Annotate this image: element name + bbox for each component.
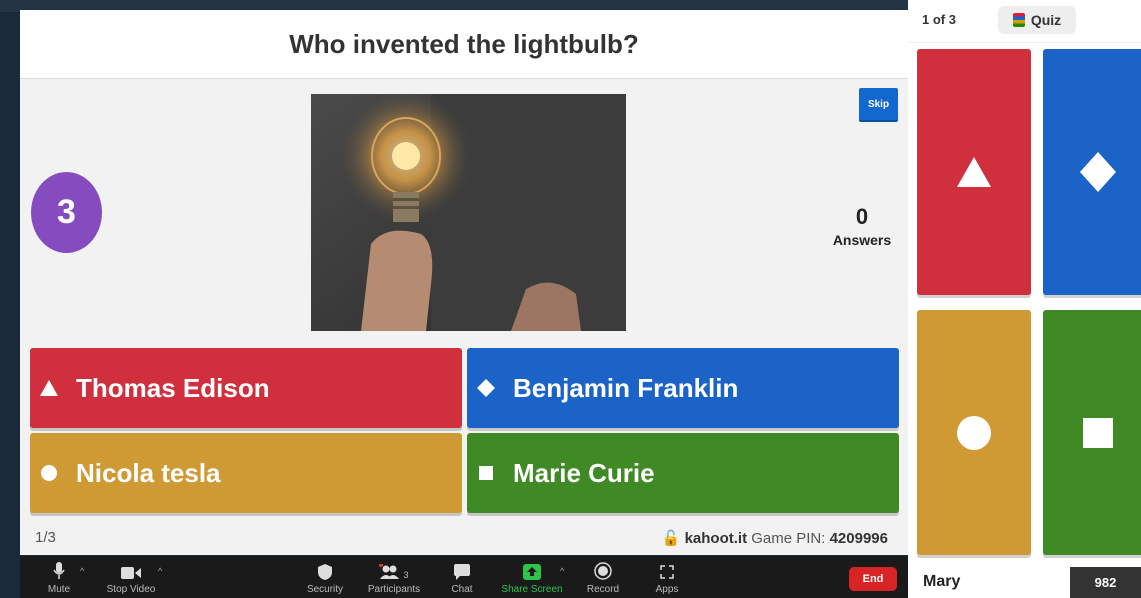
answers-count-value: 0: [855, 204, 869, 229]
square-icon: [477, 464, 495, 482]
lock-icon: 🔓: [661, 529, 681, 547]
chevron-up-icon[interactable]: ^: [560, 566, 564, 576]
player-panel-header: 1 of 3 Quiz: [908, 0, 1141, 43]
game-pin-value: 4209996: [829, 529, 888, 547]
microphone-icon: [42, 556, 76, 580]
chat-button[interactable]: Chat: [446, 556, 478, 598]
video-camera-icon: [100, 556, 162, 580]
answer-tile-triangle[interactable]: [917, 49, 1031, 295]
record-label: Record: [586, 584, 620, 595]
game-pin-info: 🔓 kahoot.it Game PIN: 4209996: [662, 529, 888, 547]
kahoot-presenter-view: Who invented the lightbulb? 3 Skip 0 Ans…: [20, 10, 908, 555]
stop-video-button[interactable]: Stop Video: [100, 556, 162, 598]
square-icon: [1083, 417, 1113, 448]
diamond-icon: [477, 379, 495, 397]
answer-option-3[interactable]: Nicola tesla: [30, 433, 462, 513]
apps-button[interactable]: Apps: [650, 556, 684, 598]
mute-label: Mute: [47, 584, 71, 595]
record-button[interactable]: Record: [585, 556, 621, 598]
share-screen-label: Share Screen: [501, 584, 563, 595]
quiz-icon: [1012, 13, 1025, 27]
answer-option-1[interactable]: Thomas Edison: [30, 348, 462, 428]
site-url: kahoot.it: [684, 529, 748, 547]
answer-option-label: Marie Curie: [513, 457, 655, 488]
share-screen-icon: [498, 556, 566, 580]
participants-label: Participants: [367, 584, 421, 595]
skip-button[interactable]: Skip: [859, 88, 898, 120]
circle-icon: [957, 415, 991, 450]
game-pin-label: Game PIN:: [751, 529, 826, 547]
player-panel: 1 of 3 Quiz Mary 982: [908, 0, 1141, 598]
security-label: Security: [306, 584, 344, 595]
player-score: 982: [1070, 567, 1141, 598]
answer-option-2[interactable]: Benjamin Franklin: [467, 348, 899, 428]
answers-count-label: Answers: [832, 232, 892, 248]
quiz-mode-chip: Quiz: [998, 6, 1076, 34]
lightbulb-image: [311, 94, 626, 331]
diamond-icon: [1080, 152, 1116, 192]
answer-tile-circle[interactable]: [917, 310, 1031, 555]
answer-option-label: Thomas Edison: [76, 372, 270, 403]
question-counter: 1 of 3: [922, 12, 956, 27]
apps-icon: [650, 556, 684, 580]
mute-button[interactable]: Mute: [42, 556, 76, 598]
participants-button[interactable]: 3 Participants: [362, 556, 426, 598]
chat-bubble-icon: [446, 556, 478, 580]
answer-tile-diamond[interactable]: [1043, 49, 1141, 295]
question-image: [311, 94, 626, 331]
shield-icon: [302, 556, 348, 580]
chat-label: Chat: [451, 584, 473, 595]
quiz-mode-label: Quiz: [1030, 12, 1062, 28]
answer-option-label: Nicola tesla: [76, 457, 221, 488]
security-button[interactable]: Security: [302, 556, 348, 598]
triangle-icon: [40, 379, 58, 397]
game-footer: 1/3 🔓 kahoot.it Game PIN: 4209996: [20, 520, 908, 555]
circle-icon: [40, 464, 58, 482]
chevron-up-icon[interactable]: ^: [158, 566, 162, 576]
answer-option-4[interactable]: Marie Curie: [467, 433, 899, 513]
question-progress: 1/3: [35, 529, 56, 546]
meeting-toolbar: Mute ^ Stop Video ^ Security 3 Participa…: [20, 556, 908, 598]
triangle-icon: [957, 157, 991, 187]
answer-option-label: Benjamin Franklin: [513, 372, 739, 403]
record-icon: [585, 556, 621, 580]
share-screen-button[interactable]: Share Screen: [498, 556, 566, 598]
answer-tile-square[interactable]: [1043, 310, 1141, 555]
apps-label: Apps: [655, 584, 679, 595]
stop-video-label: Stop Video: [106, 584, 156, 595]
participants-count: 3: [403, 570, 409, 580]
answers-counter: 0 Answers: [816, 204, 908, 249]
question-bar: Who invented the lightbulb?: [20, 10, 908, 79]
participants-icon: 3: [362, 556, 426, 580]
countdown-timer: 3: [31, 172, 102, 253]
chevron-up-icon[interactable]: ^: [80, 566, 84, 576]
end-meeting-button[interactable]: End: [849, 567, 897, 591]
player-name: Mary: [923, 573, 961, 590]
question-text: Who invented the lightbulb?: [289, 28, 639, 59]
